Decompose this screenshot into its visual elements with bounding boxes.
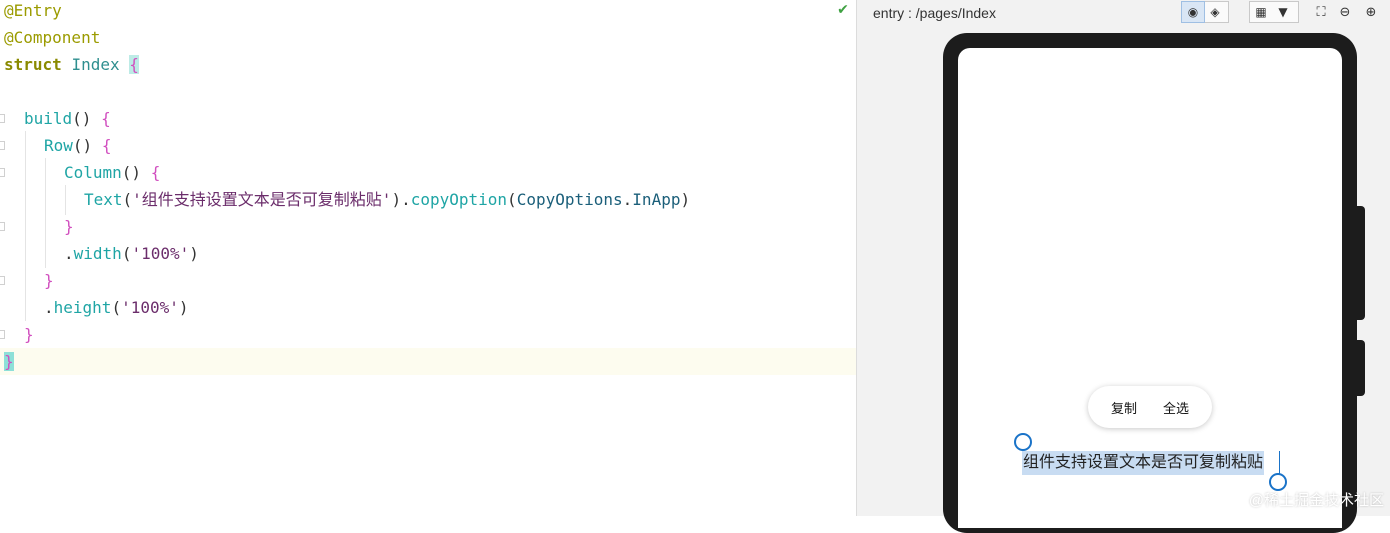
fold-marker[interactable] (0, 276, 5, 285)
code-line-10[interactable]: .width('100%') (0, 240, 856, 267)
code-line-9[interactable]: } (0, 213, 856, 240)
copy-menu-item[interactable]: 复制 (1111, 398, 1137, 417)
fold-marker[interactable] (0, 330, 5, 339)
layers-icon[interactable]: ◈ (1204, 2, 1226, 22)
code-line-4[interactable] (0, 78, 856, 105)
fold-marker[interactable] (0, 222, 5, 231)
inspect-icon[interactable]: ◉ (1181, 1, 1205, 23)
watermark: @稀土掘金技术社区 (1248, 492, 1384, 509)
code-editor[interactable]: ✔ @Entry @Component struct Index { build… (0, 0, 856, 516)
code-line-6[interactable]: Row() { (0, 132, 856, 159)
device-volume-key (1357, 206, 1365, 320)
code-line-7[interactable]: Column() { (0, 159, 856, 186)
fold-marker[interactable] (0, 168, 5, 177)
crop-icon[interactable]: ⛶ (1312, 3, 1330, 21)
preview-page-path: entry : /pages/Index (873, 5, 996, 21)
code-line-13[interactable]: } (0, 321, 856, 348)
zoom-out-icon[interactable]: ⊖ (1336, 3, 1354, 21)
fold-marker[interactable] (0, 141, 5, 150)
code-line-3[interactable]: struct Index { (0, 51, 856, 78)
code-line-1[interactable]: @Entry (0, 0, 856, 24)
selection-start-handle[interactable] (1014, 433, 1032, 451)
code-line-11[interactable]: } (0, 267, 856, 294)
selected-text[interactable]: 组件支持设置文本是否可复制粘贴 (1022, 451, 1265, 475)
code-line-8[interactable]: Text('组件支持设置文本是否可复制粘贴').copyOption(CopyO… (0, 186, 856, 213)
device-power-key (1357, 340, 1365, 396)
code-line-5[interactable]: build() { (0, 105, 856, 132)
zoom-in-icon[interactable]: ⊕ (1362, 3, 1380, 21)
code-line-14-current[interactable]: } (0, 348, 856, 375)
code-line-12[interactable]: .height('100%') (0, 294, 856, 321)
inspect-toolbar-group: ◉ ◈ (1181, 1, 1229, 23)
fold-marker[interactable] (0, 114, 5, 123)
previewer-panel: entry : /pages/Index ◉ ◈ ▦ ▼ ⛶ ⊖ ⊕ 复制 全选… (856, 0, 1390, 533)
layout-toolbar-group: ▦ ▼ (1249, 1, 1299, 23)
selection-end-caret (1279, 451, 1280, 475)
select-all-menu-item[interactable]: 全选 (1163, 398, 1189, 417)
dropdown-icon[interactable]: ▼ (1272, 2, 1294, 22)
grid-icon[interactable]: ▦ (1250, 2, 1272, 22)
text-context-menu: 复制 全选 (1088, 386, 1212, 428)
code-line-2[interactable]: @Component (0, 24, 856, 51)
